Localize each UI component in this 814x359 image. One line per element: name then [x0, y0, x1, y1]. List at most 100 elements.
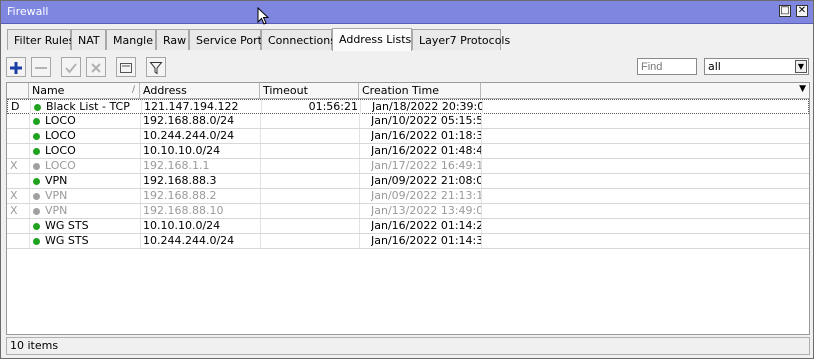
column-divider — [140, 174, 141, 188]
column-divider — [359, 114, 360, 128]
row-name: WG STS — [45, 234, 89, 247]
column-header-address[interactable]: Address — [140, 83, 260, 98]
row-name: WG STS — [45, 219, 89, 232]
row-name: VPN — [45, 204, 68, 217]
column-header-timeout[interactable]: Timeout — [260, 83, 359, 98]
row-name: VPN — [45, 189, 68, 202]
status-bar: 10 items — [6, 337, 810, 355]
column-divider — [260, 219, 261, 233]
column-divider — [481, 129, 482, 143]
tab-service-ports[interactable]: Service Ports — [189, 29, 268, 50]
table-row[interactable]: VPN 192.168.88.3 Jan/09/2022 21:08:02 — [7, 174, 809, 189]
row-flag: X — [10, 189, 18, 202]
table-row[interactable]: X VPN 192.168.88.2 Jan/09/2022 21:13:19 — [7, 189, 809, 204]
column-divider — [359, 129, 360, 143]
filter-icon — [149, 62, 163, 75]
comment-button[interactable] — [116, 57, 136, 77]
column-header-creation-time[interactable]: Creation Time — [359, 83, 481, 98]
column-divider — [29, 144, 30, 158]
items-count: 10 items — [10, 339, 59, 352]
row-timeout — [263, 174, 357, 188]
column-divider — [140, 204, 141, 218]
column-divider — [360, 100, 361, 114]
row-flag — [10, 129, 24, 143]
column-divider — [481, 114, 482, 128]
tab-connections[interactable]: Connections — [261, 29, 336, 50]
enabled-status-icon — [33, 178, 40, 185]
column-divider — [481, 189, 482, 203]
mouse-cursor-icon — [257, 7, 270, 25]
column-header-name-label: Name — [32, 84, 65, 97]
tab-address-lists[interactable]: Address Lists — [332, 28, 412, 51]
column-divider — [29, 219, 30, 233]
table-row[interactable]: X VPN 192.168.88.10 Jan/13/2022 13:49:06 — [7, 204, 809, 219]
row-creation-time: Jan/16/2022 01:48:41 — [371, 144, 481, 157]
row-address: 192.168.88.0/24 — [143, 114, 235, 127]
disabled-status-icon — [33, 193, 40, 200]
column-divider — [261, 100, 262, 114]
table-row[interactable]: LOCO 192.168.88.0/24 Jan/10/2022 05:15:56 — [7, 114, 809, 129]
column-divider — [140, 219, 141, 233]
row-creation-time: Jan/17/2022 16:49:12 — [371, 159, 481, 172]
column-divider — [29, 174, 30, 188]
row-timeout — [263, 159, 357, 173]
disabled-status-icon — [33, 163, 40, 170]
row-creation-time: Jan/18/2022 20:39:03 — [372, 100, 482, 113]
add-button[interactable] — [6, 57, 26, 77]
columns-menu-chevron-icon[interactable]: ▼ — [799, 84, 806, 94]
tab-layer7-protocols[interactable]: Layer7 Protocols — [412, 29, 510, 50]
row-address: 121.147.194.122 — [144, 100, 239, 113]
disable-button[interactable] — [86, 57, 106, 77]
filter-select[interactable]: all ▼ — [704, 58, 809, 75]
column-divider — [260, 144, 261, 158]
title-bar[interactable]: Firewall □ ✕ — [1, 1, 813, 24]
table-row[interactable]: WG STS 10.244.244.0/24 Jan/16/2022 01:14:3… — [7, 234, 809, 249]
column-divider — [260, 129, 261, 143]
row-name: LOCO — [45, 129, 76, 142]
column-divider — [481, 144, 482, 158]
column-divider — [359, 174, 360, 188]
tab-raw[interactable]: Raw — [156, 29, 189, 50]
find-input[interactable] — [637, 58, 697, 75]
column-divider — [260, 204, 261, 218]
tab-filter-rules[interactable]: Filter Rules — [7, 29, 74, 50]
column-divider — [481, 204, 482, 218]
column-divider — [140, 114, 141, 128]
table-row[interactable]: X LOCO 192.168.1.1 Jan/17/2022 16:49:12 — [7, 159, 809, 174]
tab-nat[interactable]: NAT — [71, 29, 106, 50]
column-divider — [481, 234, 482, 248]
column-header-name[interactable]: Name / — [29, 83, 140, 98]
enabled-status-icon — [33, 133, 40, 140]
row-timeout: 01:56:21 — [308, 100, 358, 113]
table-row[interactable]: LOCO 10.10.10.0/24 Jan/16/2022 01:48:41 — [7, 144, 809, 159]
enabled-status-icon — [33, 238, 40, 245]
close-button[interactable]: ✕ — [796, 5, 808, 17]
row-timeout — [263, 144, 357, 158]
row-creation-time: Jan/13/2022 13:49:06 — [371, 204, 481, 217]
table-row[interactable]: WG STS 10.10.10.0/24 Jan/16/2022 01:14:24 — [7, 219, 809, 234]
table-row[interactable]: LOCO 10.244.244.0/24 Jan/16/2022 01:18:36 — [7, 129, 809, 144]
remove-button[interactable] — [31, 57, 51, 77]
enabled-status-icon — [33, 148, 40, 155]
enable-button[interactable] — [61, 57, 81, 77]
row-name: LOCO — [45, 144, 76, 157]
column-divider — [29, 129, 30, 143]
row-timeout — [263, 219, 357, 233]
chevron-down-icon[interactable]: ▼ — [795, 60, 807, 73]
row-flag: D — [11, 100, 20, 113]
minus-icon — [35, 67, 47, 69]
row-timeout — [263, 204, 357, 218]
tab-mangle[interactable]: Mangle — [106, 29, 156, 50]
restore-button[interactable]: □ — [779, 5, 791, 17]
column-divider — [482, 100, 483, 114]
filter-button[interactable] — [146, 57, 166, 77]
row-flag — [10, 174, 24, 188]
row-flag — [10, 144, 24, 158]
column-divider — [140, 159, 141, 173]
table-row[interactable]: D Black List - TCP 121.147.194.122 01:56:21… — [7, 99, 809, 114]
row-address: 10.244.244.0/24 — [143, 129, 235, 142]
column-divider — [260, 159, 261, 173]
column-divider — [359, 204, 360, 218]
row-address: 10.244.244.0/24 — [143, 234, 235, 247]
flag-column-header[interactable] — [7, 83, 29, 98]
